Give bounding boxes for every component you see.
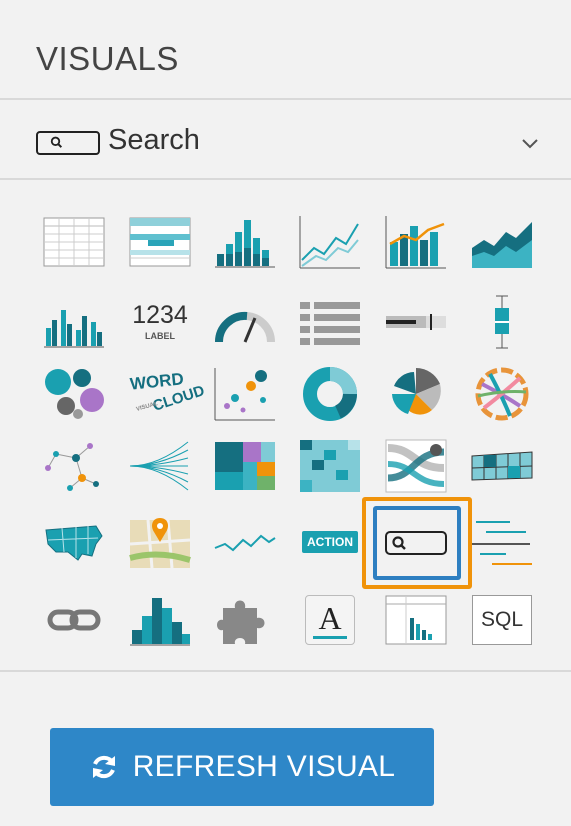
area-chart-icon[interactable] (469, 212, 535, 272)
refresh-visual-label: REFRESH VISUAL (132, 750, 396, 783)
scatter-icon[interactable] (212, 364, 278, 424)
sql-icon[interactable]: SQL (469, 590, 535, 650)
gauge-icon[interactable] (212, 292, 278, 352)
choropleth-state-icon[interactable] (469, 436, 535, 496)
combo-bar-line-icon[interactable] (383, 212, 449, 272)
kpi-label: LABEL (145, 331, 175, 341)
bullet-chart-icon[interactable] (383, 292, 449, 352)
list-icon[interactable] (297, 292, 363, 352)
rich-text-icon[interactable]: A (297, 590, 363, 650)
radial-chart-icon[interactable] (383, 364, 449, 424)
network-icon[interactable] (41, 436, 107, 496)
action-label: ACTION (302, 531, 358, 553)
kpi-number: 1234 (132, 301, 188, 329)
chord-diagram-icon[interactable] (469, 364, 535, 424)
cross-tab-icon[interactable] (127, 212, 193, 272)
sankey-icon[interactable] (383, 436, 449, 496)
dendrogram-icon[interactable] (127, 436, 193, 496)
donut-chart-icon[interactable] (297, 364, 363, 424)
search-box-icon (36, 131, 100, 155)
chevron-down-icon[interactable] (519, 132, 541, 154)
interactive-map-icon[interactable] (127, 512, 193, 572)
sql-label: SQL (480, 608, 524, 631)
treemap-icon[interactable] (212, 436, 278, 496)
link-icon[interactable] (41, 590, 107, 650)
rich-text-letter: A (318, 599, 342, 636)
line-chart-icon[interactable] (297, 212, 363, 272)
heatmap-icon[interactable] (297, 436, 363, 496)
kpi-icon[interactable]: 1234 LABEL (127, 292, 193, 352)
packed-bubbles-icon[interactable] (41, 364, 107, 424)
table-visual-icon[interactable] (41, 212, 107, 272)
refresh-visual-button[interactable]: REFRESH VISUAL (50, 728, 434, 806)
word-cloud-icon[interactable]: WORD CLOUD VISUAL (127, 364, 207, 424)
timeline-icon[interactable] (469, 512, 535, 572)
histogram-icon[interactable] (127, 590, 193, 650)
search-label: Search (108, 124, 200, 156)
us-map-icon[interactable] (41, 512, 107, 572)
refresh-icon (92, 755, 115, 779)
stacked-bar-icon[interactable] (212, 212, 278, 272)
action-button-icon[interactable]: ACTION (297, 512, 363, 572)
panel-title: VISUALS (36, 40, 179, 77)
filter-search-visual-icon[interactable] (373, 506, 461, 580)
table-chart-icon[interactable] (383, 590, 449, 650)
grouped-bar-icon[interactable] (41, 292, 107, 352)
sparkline-icon[interactable] (212, 512, 278, 572)
box-plot-icon[interactable] (469, 292, 535, 352)
puzzle-extension-icon[interactable] (212, 590, 278, 650)
panel-header: VISUALS (0, 0, 571, 100)
